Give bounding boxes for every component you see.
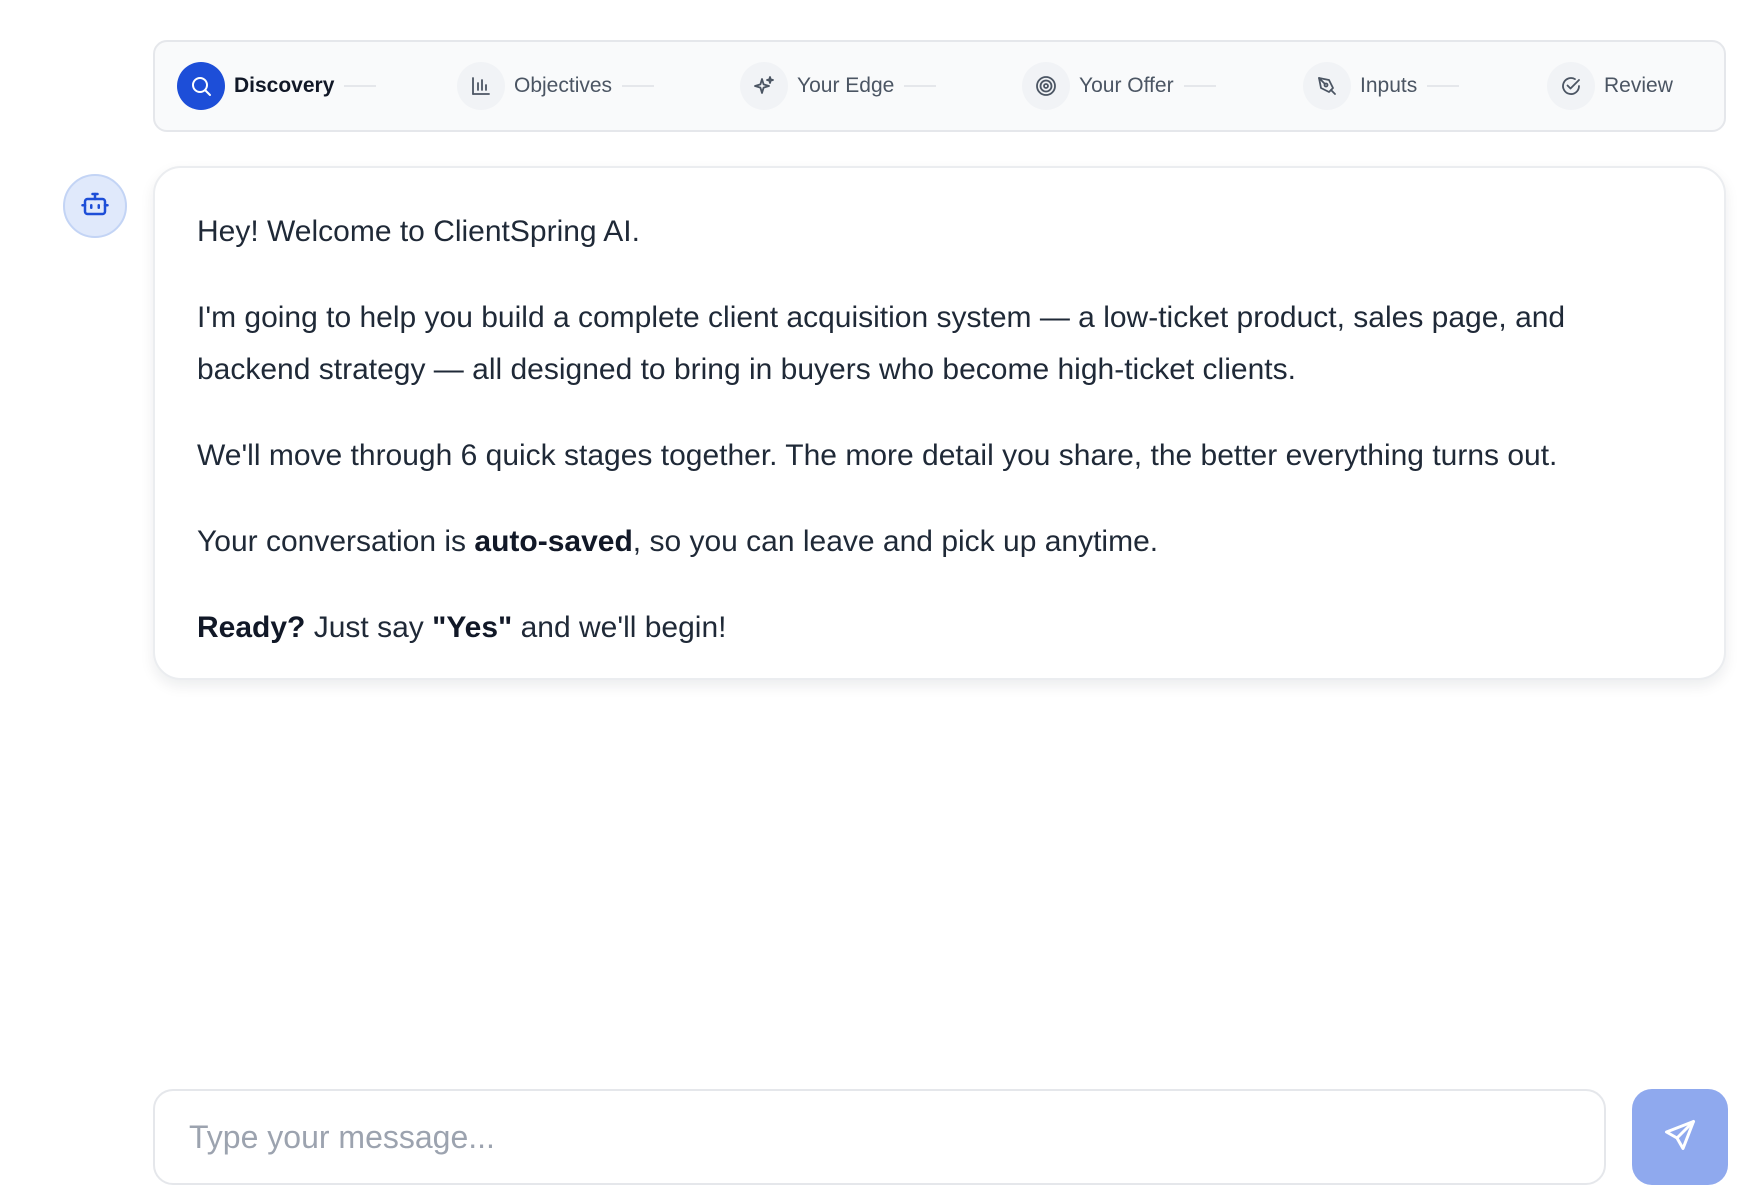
- step-your-offer[interactable]: Your Offer: [1022, 42, 1216, 130]
- message-paragraph: Hey! Welcome to ClientSpring AI.: [197, 215, 640, 248]
- message-paragraph: Your conversation is auto-saved, so you …: [197, 516, 1684, 568]
- message-bold-text: auto-saved: [474, 525, 633, 558]
- message-bold-text: Ready?: [197, 611, 306, 644]
- bot-icon: [80, 189, 110, 224]
- step-connector: [344, 85, 377, 87]
- step-your-edge[interactable]: Your Edge: [740, 42, 937, 130]
- message-text: Your conversation is: [197, 525, 475, 558]
- step-label: Review: [1604, 74, 1673, 97]
- message-paragraph: Ready? Just say "Yes" and we'll begin!: [197, 602, 1684, 654]
- step-connector: [622, 85, 655, 87]
- step-review[interactable]: Review: [1547, 42, 1673, 130]
- target-icon: [1022, 62, 1070, 110]
- bar-chart-icon: [457, 62, 505, 110]
- step-inputs[interactable]: Inputs: [1303, 42, 1460, 130]
- check-circle-icon: [1547, 62, 1595, 110]
- sparkles-icon: [740, 62, 788, 110]
- search-icon: [177, 62, 225, 110]
- message-input[interactable]: [189, 1118, 1604, 1156]
- message-input-container: [153, 1089, 1606, 1185]
- message-text: , so you can leave and pick up anytime.: [632, 525, 1159, 558]
- message-text: Just say: [305, 611, 433, 644]
- step-label: Discovery: [234, 74, 335, 97]
- message-paragraph: We'll move through 6 quick stages togeth…: [197, 439, 1558, 472]
- send-button[interactable]: [1632, 1089, 1728, 1185]
- assistant-avatar: [63, 174, 127, 238]
- assistant-message: Hey! Welcome to ClientSpring AI. I'm goi…: [153, 166, 1726, 680]
- step-connector: [1183, 85, 1216, 87]
- step-label: Your Edge: [797, 74, 895, 97]
- message-bold-text: "Yes": [432, 611, 513, 644]
- send-icon: [1662, 1117, 1698, 1158]
- step-label: Inputs: [1360, 74, 1418, 97]
- step-connector: [904, 85, 937, 87]
- step-label: Your Offer: [1079, 74, 1174, 97]
- progress-stepper: Discovery Objectives Your Edge Your Offe…: [153, 40, 1726, 132]
- step-objectives[interactable]: Objectives: [457, 42, 655, 130]
- message-paragraph: I'm going to help you build a complete c…: [197, 301, 1566, 386]
- step-connector: [1427, 85, 1460, 87]
- pen-tool-icon: [1303, 62, 1351, 110]
- step-label: Objectives: [514, 74, 613, 97]
- step-discovery[interactable]: Discovery: [177, 42, 377, 130]
- message-text: and we'll begin!: [512, 611, 727, 644]
